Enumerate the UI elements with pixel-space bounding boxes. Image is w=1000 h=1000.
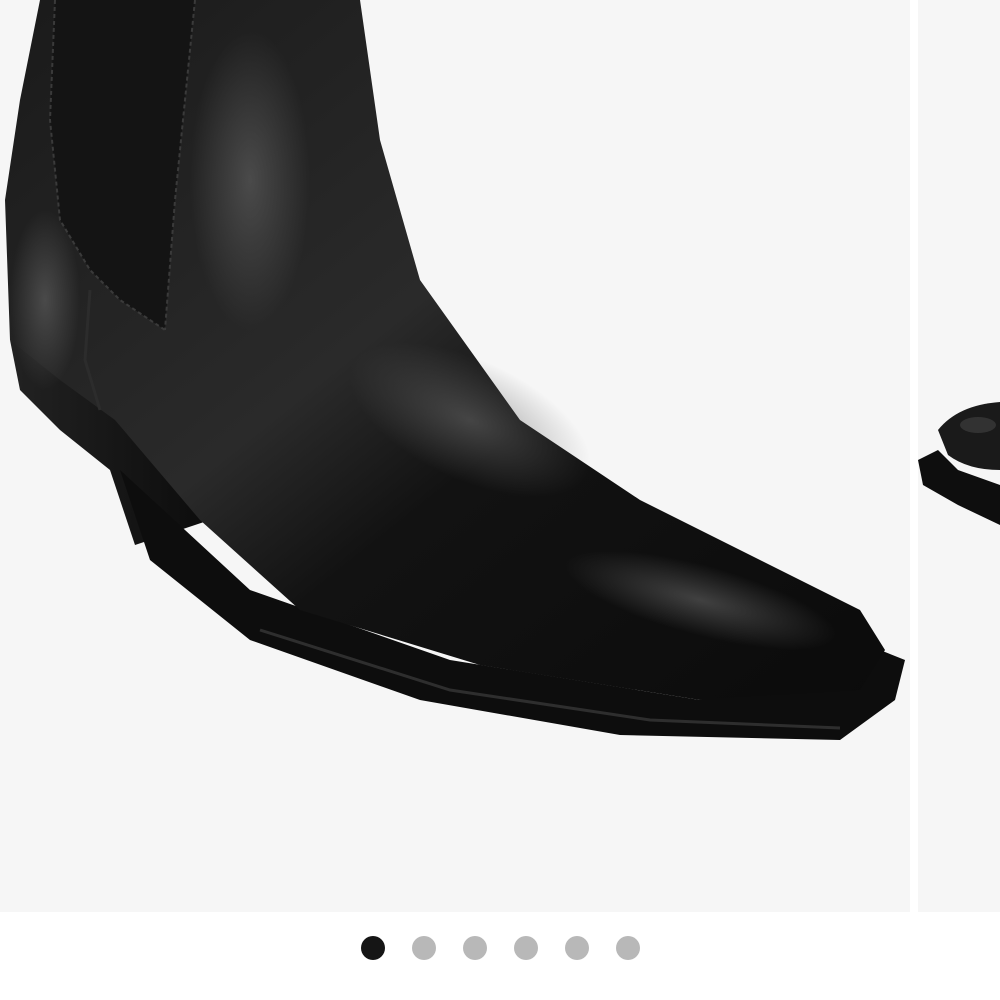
carousel-dot-2[interactable] [411,936,436,960]
carousel-pagination [0,930,1000,966]
carousel-dot-3[interactable] [462,936,487,960]
carousel-dot-1[interactable] [360,936,385,960]
carousel-dot-4[interactable] [513,936,538,960]
carousel-dot-6[interactable] [615,936,640,960]
carousel-slide-current[interactable] [0,0,910,912]
boot-photo-partial [918,402,1000,525]
carousel-dot-5[interactable] [564,936,589,960]
carousel-slide-next-peek[interactable] [918,0,1000,912]
boot-photo [5,0,905,740]
product-image-carousel[interactable] [0,0,1000,1000]
